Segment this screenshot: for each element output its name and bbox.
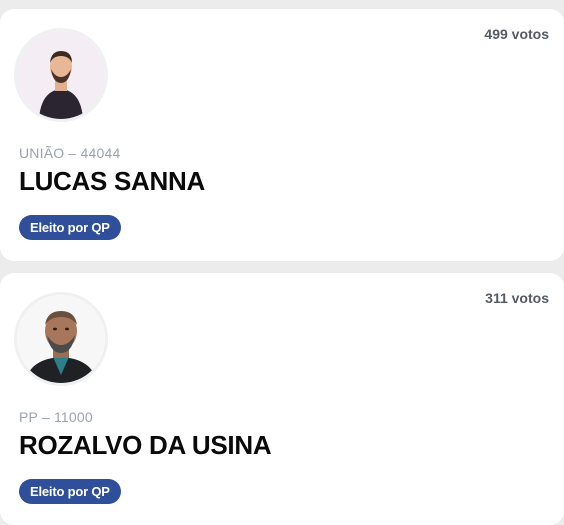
party-number: UNIÃO – 44044	[19, 145, 121, 161]
candidate-card[interactable]: 499 votos UNIÃO – 44044 LUCAS SANNA Elei…	[0, 9, 564, 261]
candidate-photo-image	[17, 295, 105, 383]
vote-count: 499 votos	[484, 26, 549, 42]
candidate-card[interactable]: 311 votos PP – 11000 ROZALVO DA USINA El…	[0, 273, 564, 525]
candidate-name[interactable]: LUCAS SANNA	[19, 166, 205, 197]
status-badge: Eleito por QP	[19, 479, 121, 504]
candidate-photo	[14, 28, 108, 122]
party-number: PP – 11000	[19, 409, 93, 425]
candidate-name[interactable]: ROZALVO DA USINA	[19, 430, 272, 461]
vote-count: 311 votos	[485, 290, 549, 306]
candidate-photo-image	[17, 31, 105, 119]
status-badge: Eleito por QP	[19, 215, 121, 240]
candidate-photo	[14, 292, 108, 386]
